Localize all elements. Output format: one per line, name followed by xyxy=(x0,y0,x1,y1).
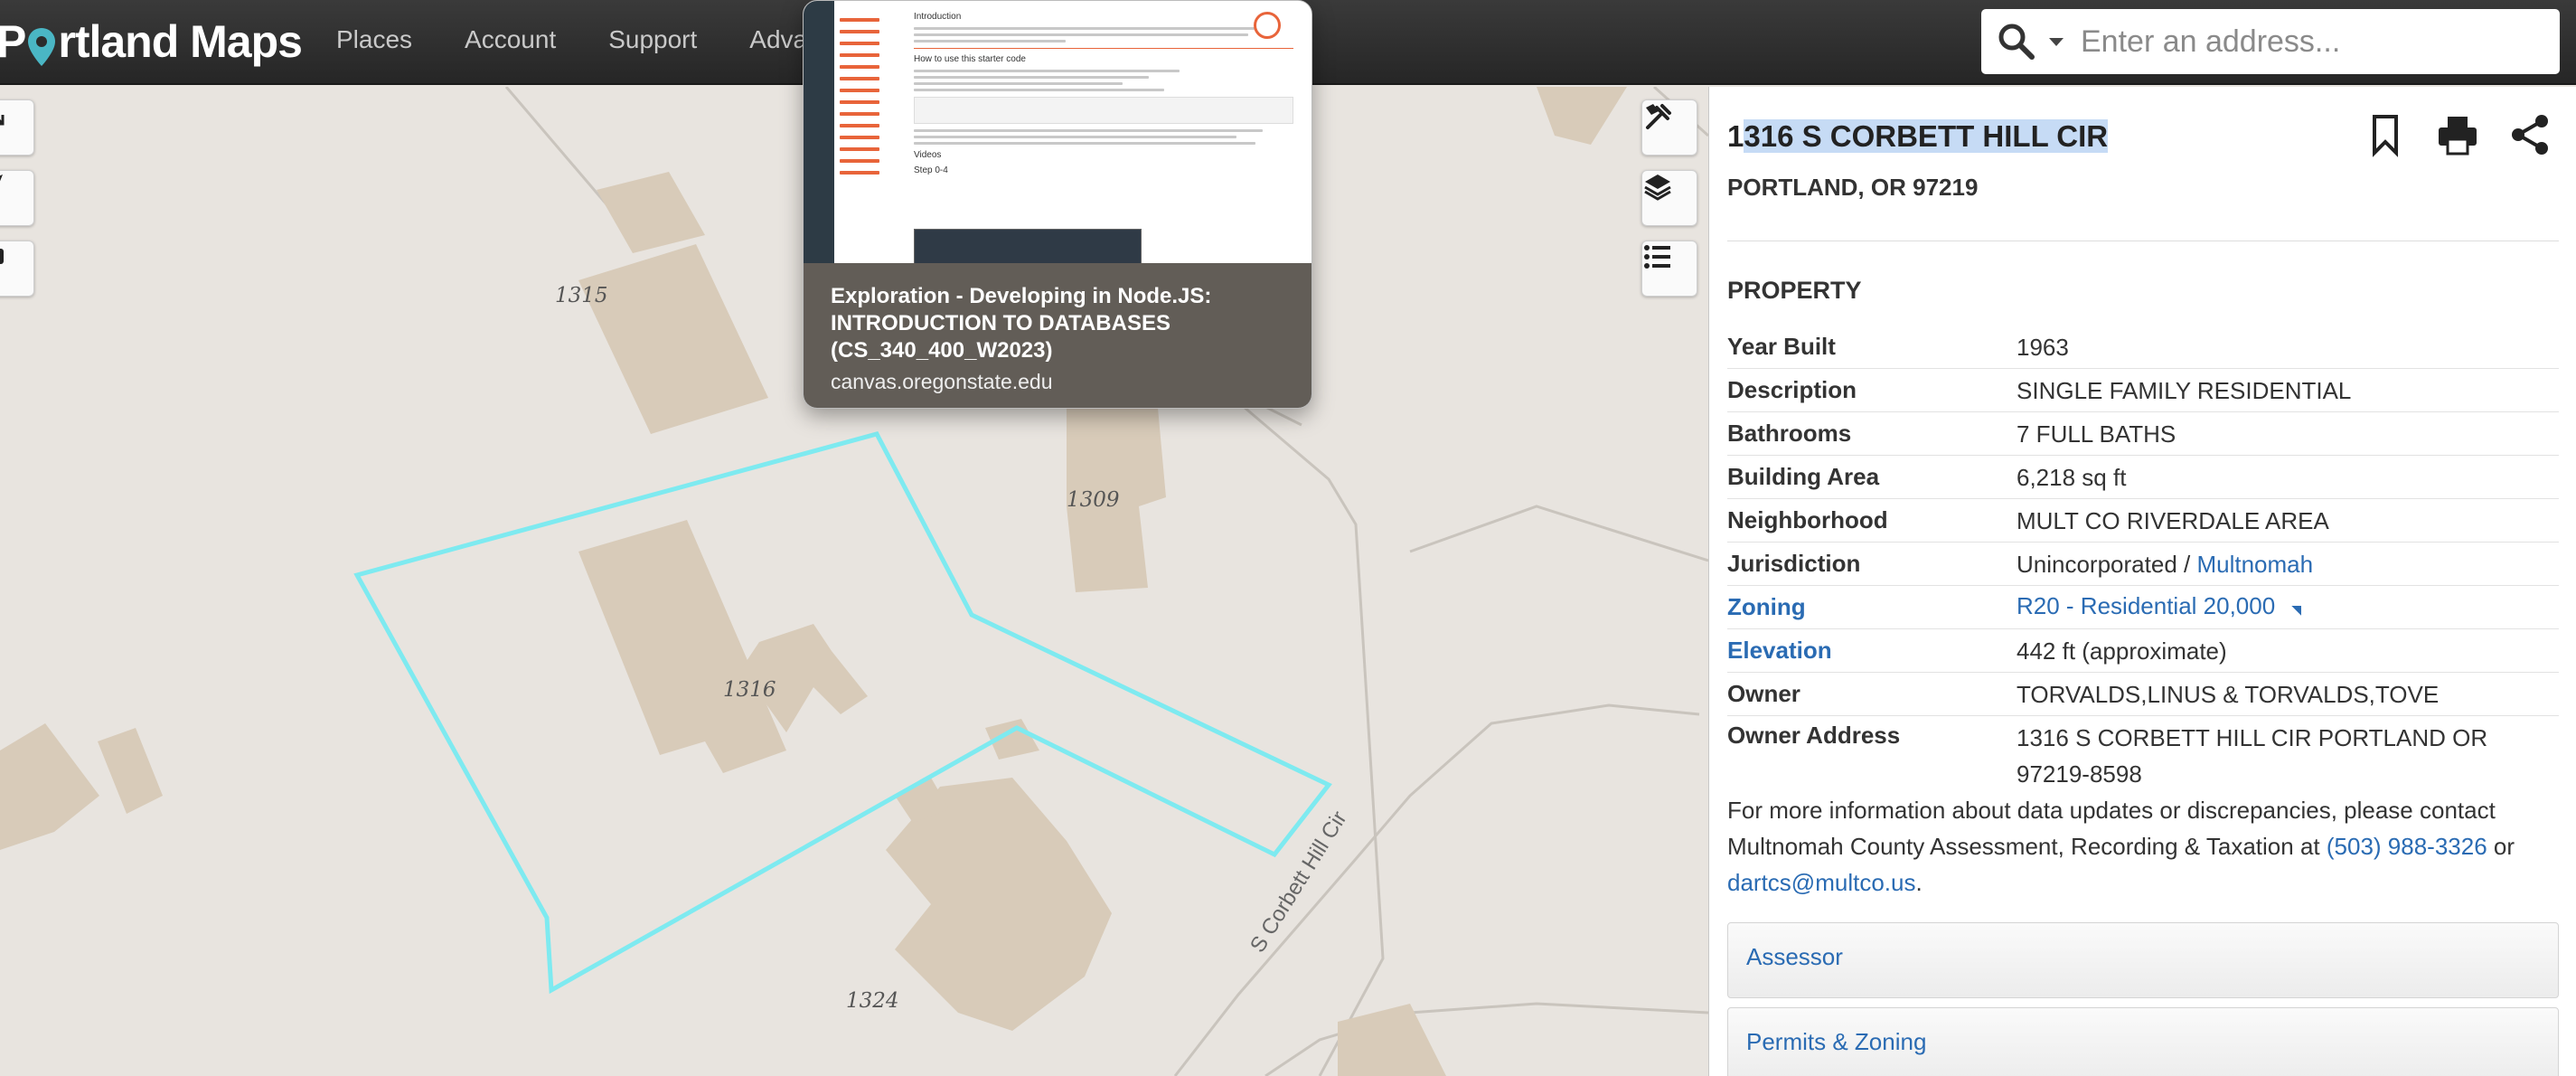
elevation-label-link[interactable]: Elevation xyxy=(1727,637,2017,665)
property-label: Owner xyxy=(1727,680,1800,707)
property-value: Unincorporated / Multnomah xyxy=(2017,546,2559,582)
property-value: SINGLE FAMILY RESIDENTIAL xyxy=(2017,376,2352,404)
phone-link[interactable]: (503) 988-3326 xyxy=(2327,833,2487,860)
zoning-value-link[interactable]: R20 - Residential 20,000 xyxy=(2017,592,2275,619)
property-value: TORVALDS,LINUS & TORVALDS,TOVE xyxy=(2017,680,2440,708)
tools-icon xyxy=(1646,104,1671,129)
lot-label: 1324 xyxy=(846,989,899,1013)
logo-text-end: rtland Maps xyxy=(58,16,303,67)
assessor-accordion[interactable]: Assessor xyxy=(1727,922,2559,998)
lot-label: 1309 xyxy=(1067,488,1120,512)
tab-preview-url: canvas.oregonstate.edu xyxy=(831,370,1053,393)
address-selected-text: 316 S CORBETT HILL CIR xyxy=(1744,119,2109,153)
panel-actions xyxy=(2363,112,2552,157)
property-label: Bathrooms xyxy=(1727,420,1852,447)
thumbnail-video xyxy=(914,229,1142,263)
share-icon[interactable] xyxy=(2507,112,2552,157)
property-row: Neighborhood MULT CO RIVERDALE AREA xyxy=(1727,499,2559,543)
jurisdiction-link[interactable]: Multnomah xyxy=(2196,551,2313,578)
property-value: 1963 xyxy=(2017,333,2069,361)
property-value: R20 - Residential 20,000 ◥ xyxy=(2017,588,2559,628)
map-pin-icon xyxy=(28,28,56,66)
chevron-down-icon[interactable] xyxy=(2046,32,2066,52)
property-value: 7 FULL BATHS xyxy=(2017,420,2176,448)
data-discrepancy-note: For more information about data updates … xyxy=(1727,792,2559,901)
address-search xyxy=(1981,9,2560,74)
thumbnail-heading: Introduction xyxy=(914,12,962,22)
nav-advanced[interactable]: Adva xyxy=(749,22,807,58)
lot-label: 1315 xyxy=(555,284,608,307)
main-nav: Places Account Support Adva xyxy=(336,22,807,58)
logo-text-start: P xyxy=(0,16,26,67)
search-input[interactable] xyxy=(2081,24,2551,60)
fullscreen-button[interactable] xyxy=(0,99,34,156)
tab-preview-title: Exploration - Developing in Node.JS: INT… xyxy=(831,284,1212,363)
zoning-label-link[interactable]: Zoning xyxy=(1727,593,2017,621)
property-row: Building Area 6,218 sq ft xyxy=(1727,456,2559,499)
jurisdiction-text: Unincorporated / xyxy=(2017,550,2197,578)
property-label: Jurisdiction xyxy=(1727,550,1861,577)
property-value: MULT CO RIVERDALE AREA xyxy=(2017,506,2329,534)
property-row: Owner TORVALDS,LINUS & TORVALDS,TOVE xyxy=(1727,673,2559,716)
thumbnail-nav xyxy=(840,10,894,183)
zoom-icon xyxy=(1254,12,1281,39)
locate-button[interactable] xyxy=(0,170,34,226)
permits-zoning-accordion[interactable]: Permits & Zoning xyxy=(1727,1007,2559,1076)
address-prefix: 1 xyxy=(1727,119,1744,153)
email-link[interactable]: dartcs@multco.us xyxy=(1727,869,1915,896)
thumbnail-sidebar xyxy=(804,1,834,263)
legend-button[interactable] xyxy=(1641,241,1697,297)
address-line-1[interactable]: 1316 S CORBETT HILL CIR xyxy=(1727,119,2109,154)
camera-icon xyxy=(0,249,4,264)
thumbnail-videos-heading: Videos xyxy=(914,150,942,160)
property-label: Building Area xyxy=(1727,463,1880,490)
property-row: Zoning R20 - Residential 20,000 ◥ xyxy=(1727,586,2559,629)
property-label: Neighborhood xyxy=(1727,506,1888,533)
fullscreen-icon xyxy=(0,115,5,126)
address-line-2: PORTLAND, OR 97219 xyxy=(1727,174,1979,201)
tools-button[interactable] xyxy=(1641,99,1697,156)
property-value: 6,218 sq ft xyxy=(2017,463,2127,491)
property-panel: 1316 S CORBETT HILL CIR PORTLAND, OR 972… xyxy=(1708,87,2576,1076)
property-label: Owner Address xyxy=(1727,722,1901,749)
note-text: or xyxy=(2487,833,2515,860)
locate-icon xyxy=(0,175,3,182)
thumbnail-content: Introduction How to use this starter cod… xyxy=(914,12,1293,181)
nav-support[interactable]: Support xyxy=(608,22,697,58)
camera-button[interactable] xyxy=(0,241,34,297)
print-icon[interactable] xyxy=(2435,112,2480,157)
legend-icon xyxy=(1644,245,1670,269)
bookmark-icon[interactable] xyxy=(2363,112,2408,157)
layers-button[interactable] xyxy=(1641,170,1697,226)
property-row: Jurisdiction Unincorporated / Multnomah xyxy=(1727,543,2559,586)
thumbnail-subheading: How to use this starter code xyxy=(914,54,1026,64)
property-row: Bathrooms 7 FULL BATHS xyxy=(1727,412,2559,456)
property-table: Year Built 1963 Description SINGLE FAMIL… xyxy=(1727,326,2559,792)
property-row: Year Built 1963 xyxy=(1727,326,2559,369)
nav-places[interactable]: Places xyxy=(336,22,412,58)
section-heading: PROPERTY xyxy=(1727,277,1862,304)
thumbnail-step: Step 0-4 xyxy=(914,165,948,175)
property-row: Description SINGLE FAMILY RESIDENTIAL xyxy=(1727,369,2559,412)
property-row: Elevation 442 ft (approximate) xyxy=(1727,629,2559,673)
dropdown-indicator-icon[interactable]: ◥ xyxy=(2291,602,2301,617)
property-label: Description xyxy=(1727,376,1857,403)
property-label: Year Built xyxy=(1727,333,1836,360)
nav-account[interactable]: Account xyxy=(465,22,556,58)
tab-preview-tooltip: Introduction How to use this starter cod… xyxy=(803,0,1312,409)
note-text: . xyxy=(1915,869,1923,896)
property-value: 442 ft (approximate) xyxy=(2017,637,2227,665)
property-value: 1316 S CORBETT HILL CIR PORTLAND OR 9721… xyxy=(2017,724,2488,788)
search-icon[interactable] xyxy=(1996,21,2037,62)
tab-preview-thumbnail: Introduction How to use this starter cod… xyxy=(804,1,1312,263)
lot-label: 1316 xyxy=(723,678,776,702)
property-row: Owner Address 1316 S CORBETT HILL CIR PO… xyxy=(1727,716,2559,792)
logo[interactable]: P rtland Maps xyxy=(0,13,303,71)
layers-icon xyxy=(1644,175,1671,201)
tab-preview-info: Exploration - Developing in Node.JS: INT… xyxy=(804,263,1312,408)
